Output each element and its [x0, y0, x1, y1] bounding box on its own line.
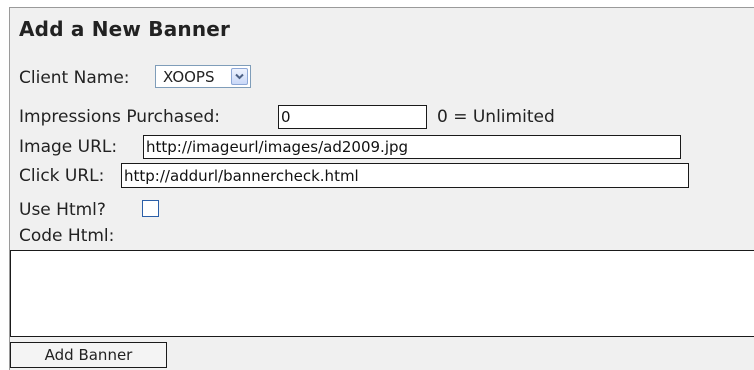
use-html-checkbox[interactable] [142, 200, 159, 217]
impressions-input[interactable] [278, 105, 427, 129]
image-url-input[interactable] [143, 135, 681, 159]
click-url-label: Click URL: [19, 166, 105, 186]
impressions-hint: 0 = Unlimited [437, 107, 555, 127]
page-title: Add a New Banner [19, 17, 231, 41]
client-name-select[interactable]: XOOPS [155, 65, 251, 88]
code-html-textarea[interactable] [10, 250, 754, 337]
code-html-label: Code Html: [19, 226, 115, 246]
client-name-label: Client Name: [19, 68, 130, 88]
click-url-input[interactable] [121, 163, 689, 188]
chevron-down-icon[interactable] [231, 68, 248, 85]
use-html-label: Use Html? [19, 200, 106, 220]
impressions-purchased-label: Impressions Purchased: [19, 107, 221, 127]
client-name-selected-value: XOOPS [163, 68, 215, 86]
image-url-label: Image URL: [19, 137, 118, 157]
add-banner-button[interactable]: Add Banner [10, 342, 167, 368]
